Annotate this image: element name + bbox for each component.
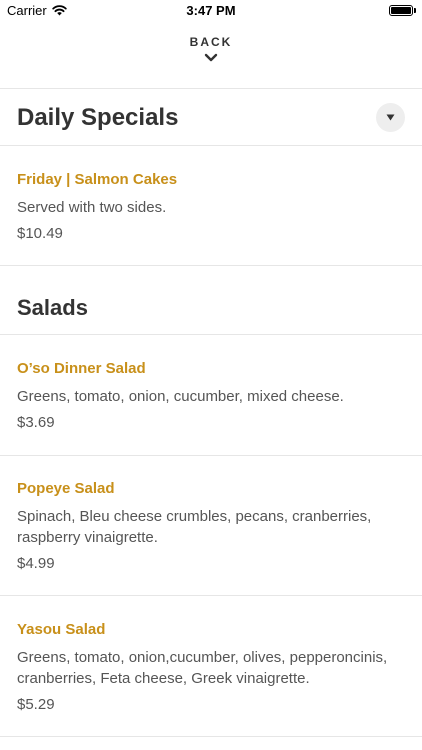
divider: [0, 736, 422, 737]
item-price: $10.49: [17, 225, 63, 242]
chevron-down-icon: [204, 53, 218, 62]
clock: 3:47 PM: [186, 3, 236, 18]
divider: [0, 595, 422, 596]
item-name: Friday | Salmon Cakes: [17, 171, 178, 188]
divider: [0, 455, 422, 456]
divider: [0, 88, 422, 89]
status-bar: Carrier 3:47 PM: [0, 0, 422, 22]
item-description: Greens, tomato, onion,cucumber, olives, …: [17, 649, 388, 687]
item-price: $3.69: [17, 414, 55, 431]
divider: [0, 145, 422, 146]
menu-item[interactable]: Friday | Salmon Cakes Served with two si…: [17, 170, 412, 244]
back-label: BACK: [189, 35, 233, 49]
item-description: Spinach, Bleu cheese crumbles, pecans, c…: [17, 508, 372, 546]
item-name: Popeye Salad: [17, 480, 115, 497]
battery-icon: [389, 5, 413, 16]
section-title-daily-specials: Daily Specials: [17, 104, 179, 131]
back-button[interactable]: BACK: [0, 35, 422, 77]
item-name: O’so Dinner Salad: [17, 360, 146, 377]
menu-item[interactable]: Yasou Salad Greens, tomato, onion,cucumb…: [17, 620, 412, 715]
divider: [0, 334, 422, 335]
item-price: $4.99: [17, 555, 55, 572]
menu-item[interactable]: Popeye Salad Spinach, Bleu cheese crumbl…: [17, 479, 412, 574]
item-description: Greens, tomato, onion, cucumber, mixed c…: [17, 388, 344, 405]
item-price: $5.29: [17, 696, 55, 713]
caret-down-icon: [386, 114, 395, 121]
section-title-salads: Salads: [17, 295, 88, 320]
menu-item[interactable]: O’so Dinner Salad Greens, tomato, onion,…: [17, 359, 412, 433]
item-description: Served with two sides.: [17, 199, 167, 216]
collapse-section-button[interactable]: [376, 103, 405, 132]
item-name: Yasou Salad: [17, 621, 106, 638]
battery-cap: [414, 8, 416, 13]
divider: [0, 265, 422, 266]
